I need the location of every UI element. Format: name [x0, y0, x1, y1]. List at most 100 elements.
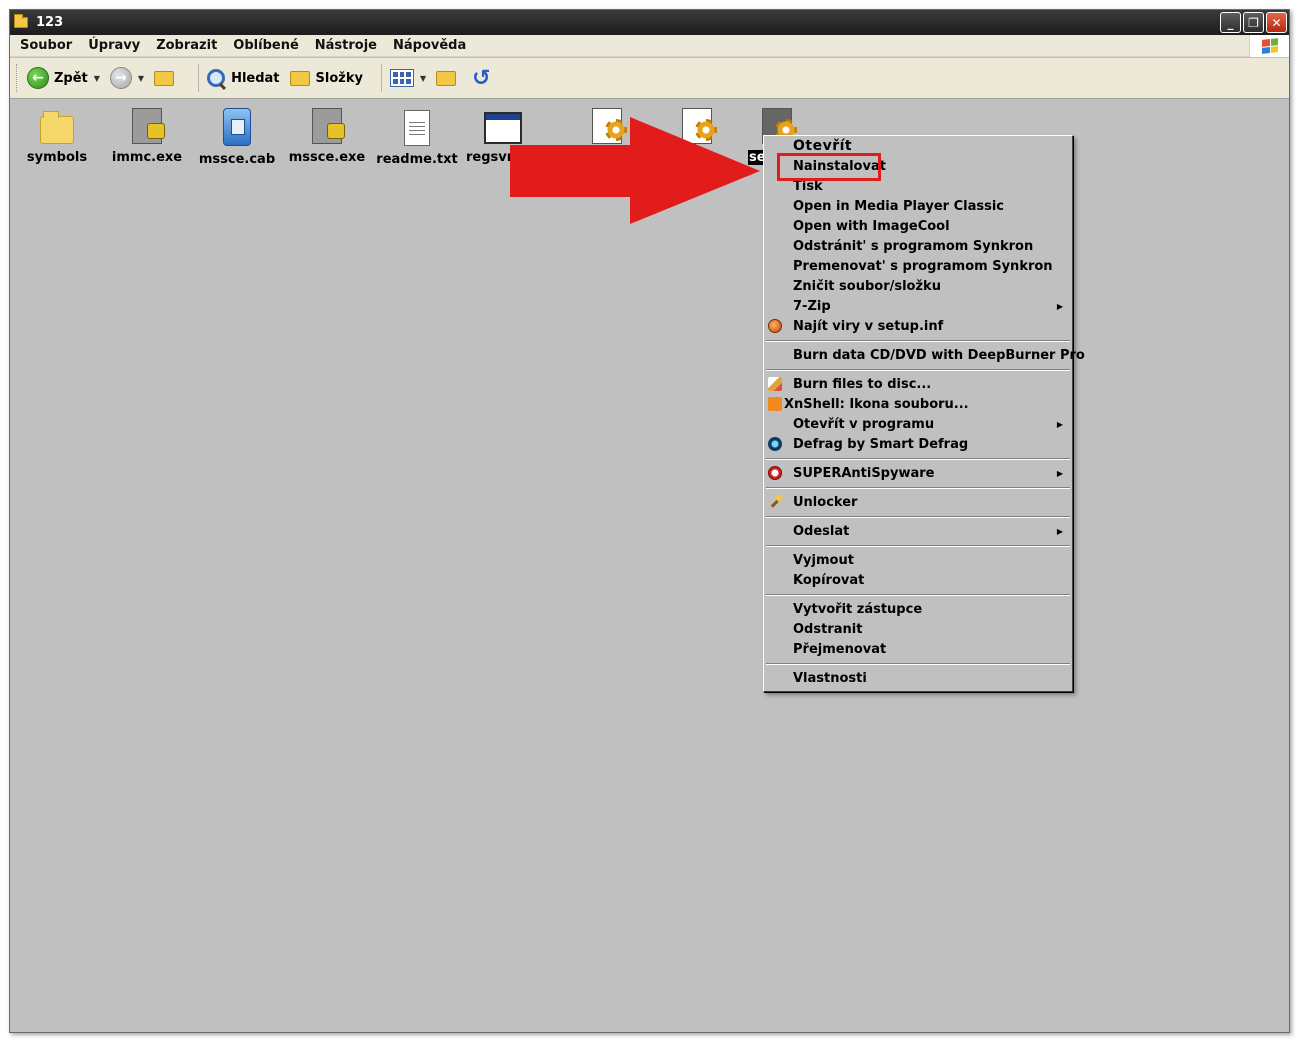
- menu-item-send-to[interactable]: Odeslat ▶: [764, 521, 1072, 541]
- file-view[interactable]: symbols immc.exe mssce.cab mssce.exe rea…: [10, 100, 1289, 1032]
- back-button[interactable]: ← Zpět ▼: [27, 67, 100, 89]
- menu-item-create-shortcut[interactable]: Vytvořit zástupce: [764, 599, 1072, 619]
- submenu-arrow-icon: ▶: [1056, 468, 1063, 478]
- file-item[interactable]: symbols: [12, 108, 102, 165]
- menu-item-open-mpc[interactable]: Open in Media Player Classic: [764, 196, 1072, 216]
- up-folder-button[interactable]: [154, 70, 180, 86]
- menu-item-label: Najít viry v setup.inf: [793, 318, 944, 334]
- superantispyware-icon: [768, 466, 782, 480]
- context-menu: Otevřít Nainstalovat Tisk Open in Media …: [763, 135, 1085, 692]
- menu-item-label: Burn files to disc...: [793, 376, 932, 392]
- windows-logo: [1249, 35, 1289, 57]
- menu-separator: [764, 512, 1072, 521]
- window-controls: _ ❐ ✕: [1220, 12, 1287, 33]
- submenu-arrow-icon: ▶: [1056, 419, 1063, 429]
- folder-sync-icon: [436, 70, 457, 86]
- menu-separator: [764, 541, 1072, 550]
- menu-upravy[interactable]: Úpravy: [88, 38, 140, 53]
- folders-icon: [289, 70, 310, 86]
- forward-arrow-icon: →: [109, 67, 132, 89]
- menu-item-unlocker[interactable]: Unlocker: [764, 492, 1072, 512]
- menu-separator: [764, 483, 1072, 492]
- folder-sync-button[interactable]: [436, 70, 462, 86]
- folders-button[interactable]: Složky: [289, 70, 363, 86]
- back-label: Zpět: [54, 70, 88, 86]
- menu-item-defrag[interactable]: Defrag by Smart Defrag: [764, 434, 1072, 454]
- menu-item-properties[interactable]: Vlastnosti: [764, 668, 1072, 688]
- annotation-highlight-box: [777, 153, 881, 181]
- file-name: symbols: [26, 150, 88, 165]
- menu-napoveda[interactable]: Nápověda: [393, 38, 466, 53]
- minimize-button[interactable]: _: [1220, 12, 1241, 33]
- unlocker-icon: [768, 495, 782, 509]
- views-button[interactable]: ▼: [389, 69, 426, 87]
- toolbar-grip[interactable]: [16, 64, 19, 92]
- title-bar[interactable]: 123 _ ❐ ✕: [10, 10, 1289, 35]
- file-item[interactable]: mssce.cab: [192, 108, 282, 167]
- submenu-arrow-icon: ▶: [1056, 301, 1063, 311]
- menu-item-label: SUPERAntiSpyware: [793, 465, 935, 481]
- folder-icon: [40, 111, 74, 144]
- menu-zobrazit[interactable]: Zobrazit: [156, 38, 217, 53]
- menu-item-label: XnShell: Ikona souboru...: [784, 396, 969, 412]
- text-document-icon: [404, 110, 430, 146]
- menu-item-remove-synkron[interactable]: Odstránit' s programom Synkron: [764, 236, 1072, 256]
- menu-item-open-with[interactable]: Otevřít v programu ▶: [764, 414, 1072, 434]
- menu-item-shred[interactable]: Zničit soubor/složku: [764, 276, 1072, 296]
- forward-button[interactable]: → ▼: [109, 67, 144, 89]
- annotation-arrow-icon: [510, 117, 760, 224]
- menu-item-label: Odeslat: [793, 523, 850, 539]
- menu-soubor[interactable]: Soubor: [20, 38, 72, 53]
- close-button[interactable]: ✕: [1266, 12, 1287, 33]
- undo-button[interactable]: ↺: [472, 66, 490, 91]
- menu-item-superantispyware[interactable]: SUPERAntiSpyware ▶: [764, 463, 1072, 483]
- menu-separator: [764, 454, 1072, 463]
- up-folder-icon: [154, 70, 175, 86]
- antivirus-icon: [768, 319, 782, 333]
- menu-separator: [764, 659, 1072, 668]
- menu-separator: [764, 365, 1072, 374]
- menu-item-label: 7-Zip: [793, 298, 831, 314]
- menu-item-delete[interactable]: Odstranit: [764, 619, 1072, 639]
- menu-separator: [764, 590, 1072, 599]
- window-title: 123: [36, 15, 64, 30]
- burn-disc-icon: [768, 377, 782, 391]
- menu-item-rename[interactable]: Přejmenovat: [764, 639, 1072, 659]
- menu-item-copy[interactable]: Kopírovat: [764, 570, 1072, 590]
- maximize-button[interactable]: ❐: [1243, 12, 1264, 33]
- file-name: mssce.cab: [198, 152, 276, 167]
- menu-oblibene[interactable]: Oblíbené: [233, 38, 298, 53]
- back-dropdown-icon[interactable]: ▼: [94, 74, 100, 83]
- folder-icon: [14, 14, 28, 28]
- menu-separator: [764, 336, 1072, 345]
- menu-item-burn-files[interactable]: Burn files to disc...: [764, 374, 1072, 394]
- menu-item-cut[interactable]: Vyjmout: [764, 550, 1072, 570]
- menu-item-burn-deepburner[interactable]: Burn data CD/DVD with DeepBurner Pro: [764, 345, 1085, 365]
- menu-item-rename-synkron[interactable]: Premenovat' s programom Synkron: [764, 256, 1072, 276]
- menu-item-xnshell[interactable]: XnShell: Ikona souboru...: [764, 394, 1072, 414]
- undo-icon: ↺: [472, 65, 491, 91]
- toolbar-separator: [380, 64, 382, 92]
- forward-dropdown-icon[interactable]: ▼: [138, 74, 144, 83]
- file-name: mssce.exe: [288, 150, 366, 165]
- windows-flag-icon: [1261, 38, 1278, 54]
- menu-item-label: Unlocker: [793, 494, 858, 510]
- menu-item-scan-virus[interactable]: Najít viry v setup.inf: [764, 316, 1072, 336]
- views-icon: [389, 69, 414, 87]
- toolbar: ← Zpět ▼ → ▼ Hledat Složky ▼ ↺: [10, 58, 1289, 99]
- menu-item-open-imagecool[interactable]: Open with ImageCool: [764, 216, 1072, 236]
- file-item[interactable]: readme.txt: [372, 108, 462, 167]
- menu-nastroje[interactable]: Nástroje: [315, 38, 377, 53]
- smart-defrag-icon: [768, 437, 782, 451]
- installer-icon: [312, 108, 345, 144]
- file-name: immc.exe: [111, 150, 183, 165]
- views-dropdown-icon[interactable]: ▼: [420, 74, 426, 83]
- search-icon: [207, 69, 226, 87]
- file-item[interactable]: mssce.exe: [282, 108, 372, 165]
- file-item[interactable]: immc.exe: [102, 108, 192, 165]
- back-arrow-icon: ←: [27, 67, 49, 89]
- toolbar-separator: [198, 64, 200, 92]
- menu-item-7zip[interactable]: 7-Zip ▶: [764, 296, 1072, 316]
- search-button[interactable]: Hledat: [207, 69, 280, 87]
- file-name: readme.txt: [376, 152, 458, 167]
